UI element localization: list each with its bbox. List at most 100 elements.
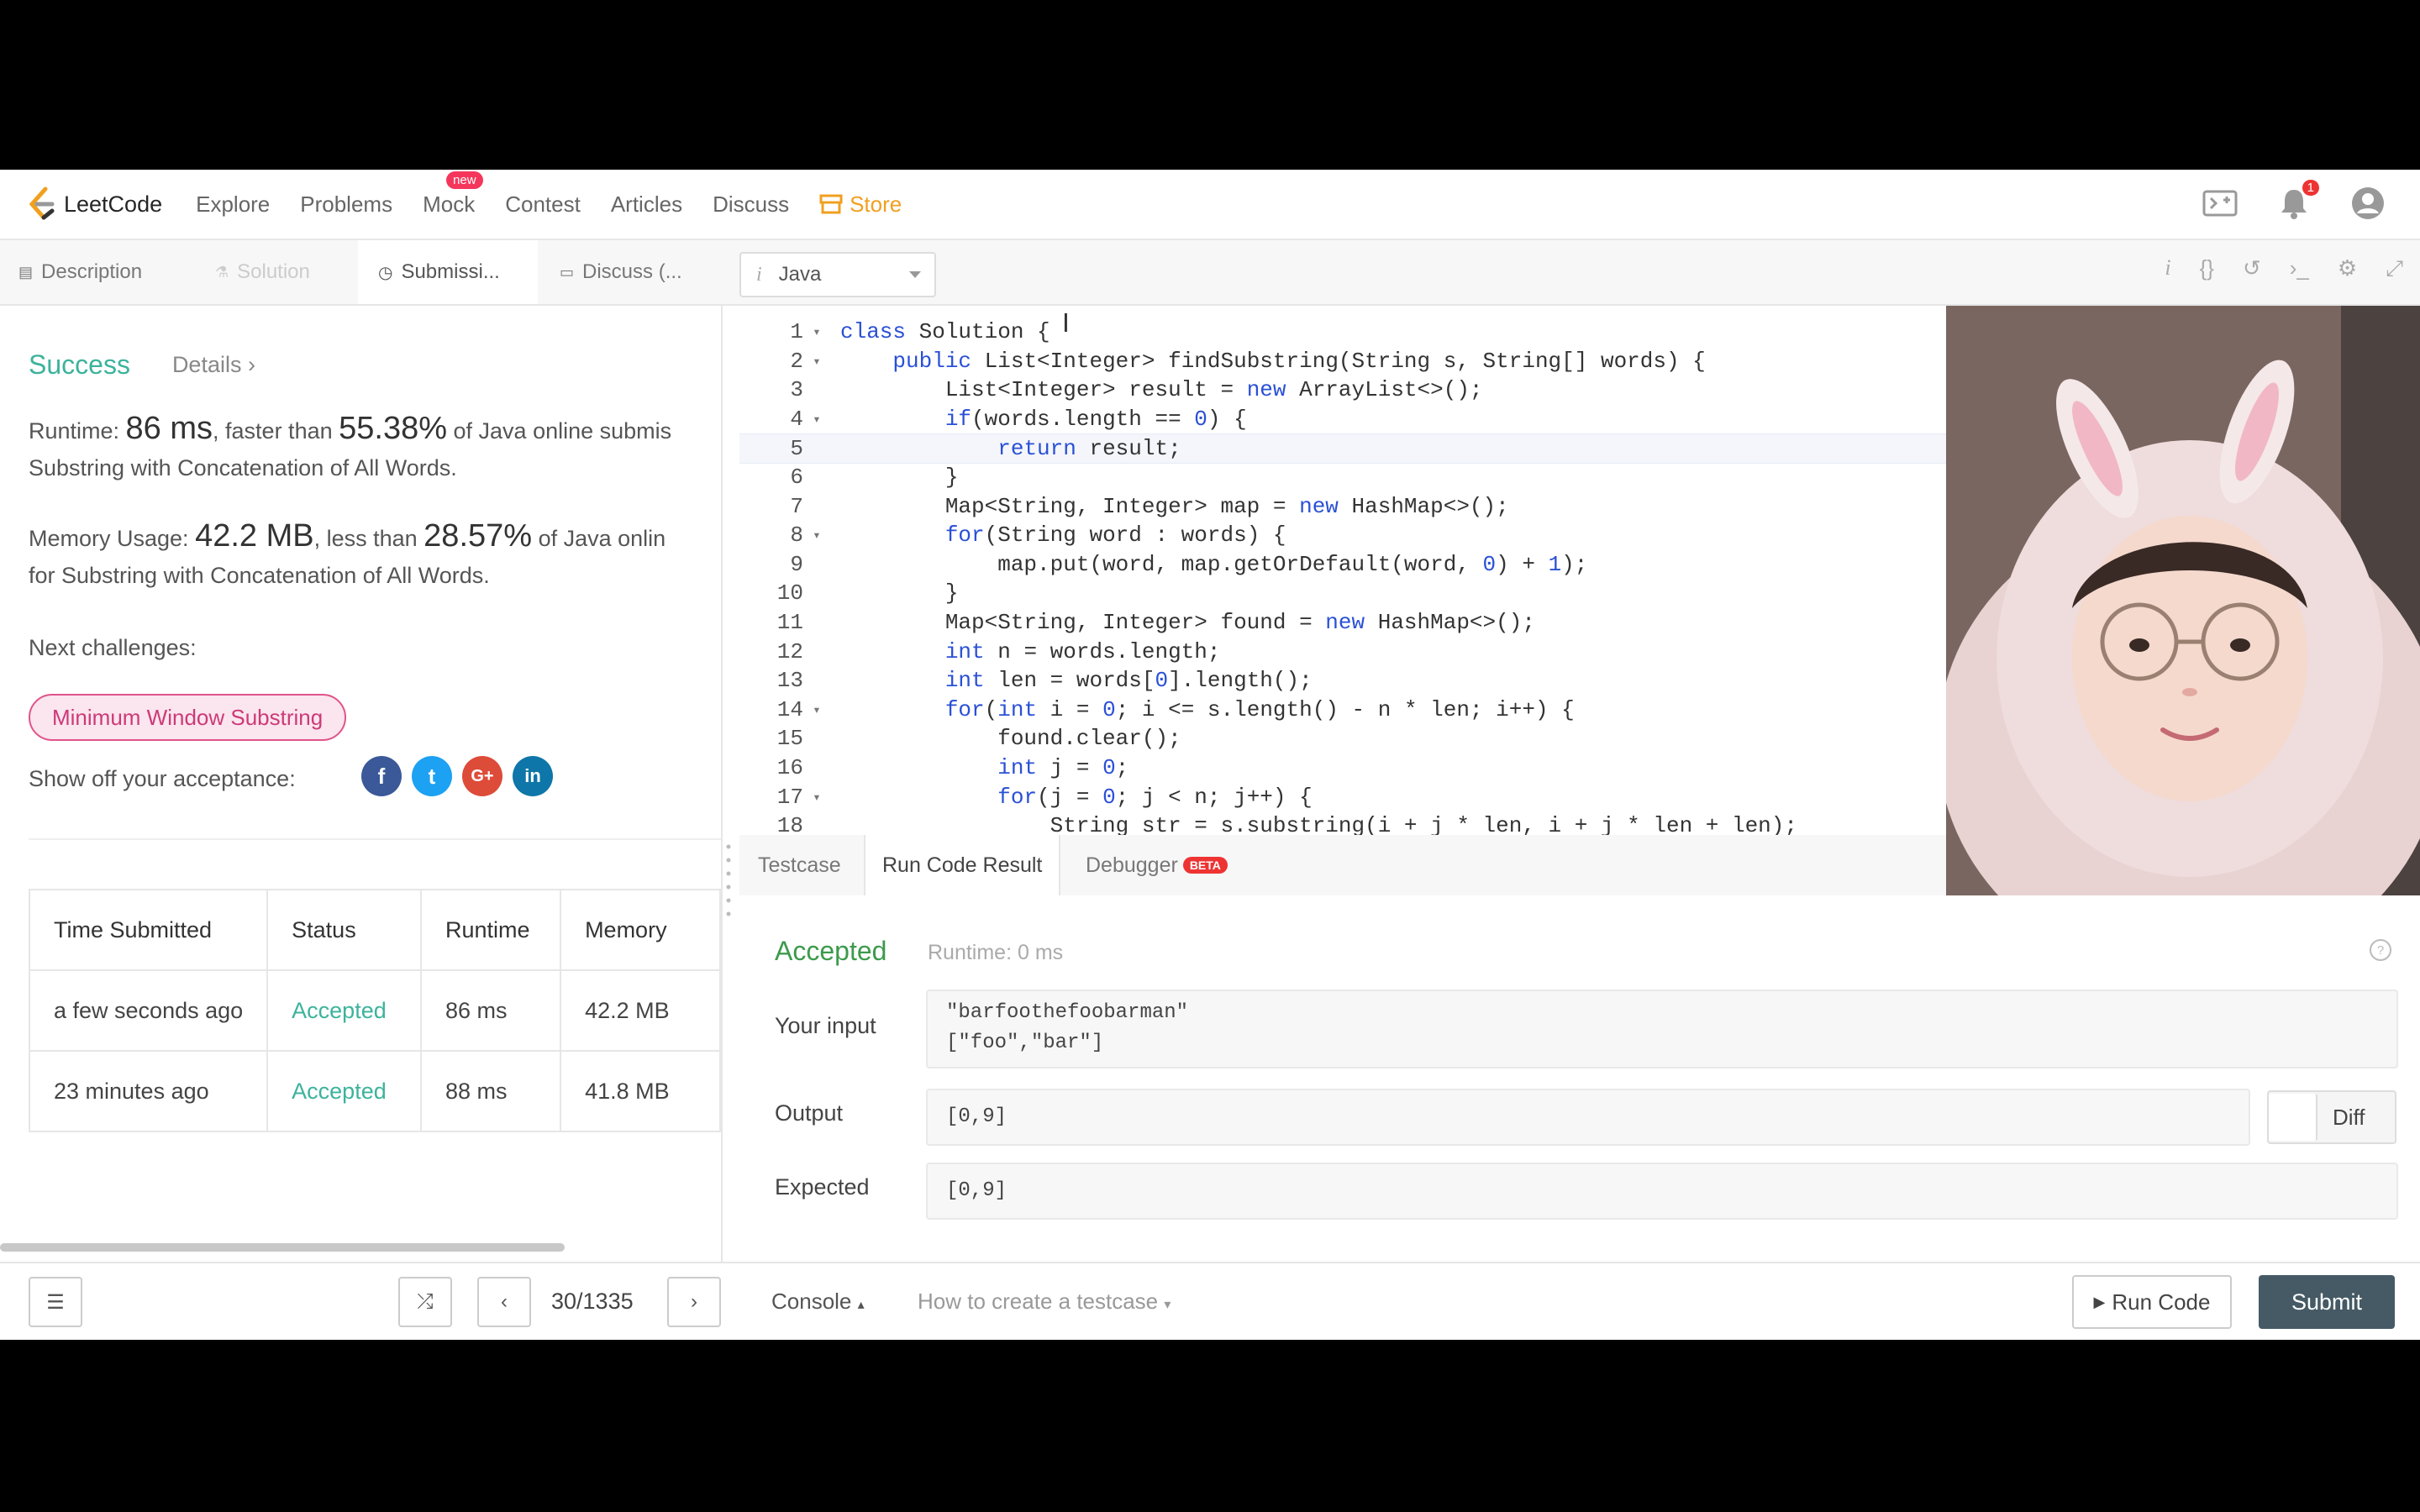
line-number: 6 xyxy=(790,465,803,490)
code-line[interactable]: 2 ▾ public List<Integer> findSubstring(St… xyxy=(739,347,1946,375)
submission-panel: Success Details › Runtime: 86 ms, faster… xyxy=(0,306,723,1266)
tab-solution[interactable]: ⚗ Solution xyxy=(178,240,356,304)
cell-status[interactable]: Accepted xyxy=(266,969,422,1052)
code-line[interactable]: 5 return result; xyxy=(739,433,1946,465)
fold-arrow-icon[interactable]: ▾ xyxy=(808,411,825,428)
reset-icon[interactable]: ↺ xyxy=(2243,255,2261,282)
next-problem-icon[interactable]: › xyxy=(667,1277,721,1327)
fold-arrow-icon[interactable]: ▾ xyxy=(808,701,825,718)
playground-icon[interactable] xyxy=(2202,185,2238,222)
code-line[interactable]: 4 ▾ if(words.length == 0) { xyxy=(739,405,1946,433)
shuffle-icon[interactable]: ⤮ xyxy=(398,1277,452,1327)
splitter-handle-icon[interactable] xyxy=(724,842,733,917)
code-line[interactable]: 12 int n = words.length; xyxy=(739,638,1946,666)
logo-text: LeetCode xyxy=(64,191,163,217)
tab-debugger[interactable]: Debugger BETA xyxy=(1069,835,1244,895)
code-line[interactable]: 13 int len = words[0].length(); xyxy=(739,666,1946,695)
braces-icon[interactable]: {} xyxy=(2200,255,2214,282)
info-tool-icon[interactable]: i xyxy=(2165,255,2170,282)
success-status: Success xyxy=(29,349,130,380)
tab-discuss-label: Discuss (... xyxy=(582,260,682,283)
notifications[interactable]: 1 xyxy=(2275,180,2319,222)
submit-button[interactable]: Submit xyxy=(2259,1275,2395,1329)
nav-problems[interactable]: Problems xyxy=(300,192,392,218)
cell-status[interactable]: Accepted xyxy=(266,1050,422,1132)
nav-articles[interactable]: Articles xyxy=(611,192,682,218)
run-code-button[interactable]: ▶ Run Code xyxy=(2072,1275,2232,1329)
twitter-icon[interactable]: t xyxy=(412,756,452,796)
tab-submissions[interactable]: ◷ Submissi... xyxy=(358,240,538,304)
console-toggle[interactable]: Console ▴ xyxy=(771,1289,865,1315)
tab-description[interactable]: ▤ Description xyxy=(0,240,176,304)
code-text: } xyxy=(840,580,959,606)
line-number: 7 xyxy=(790,493,803,519)
runtime-value: 86 ms xyxy=(125,411,213,446)
code-editor[interactable]: 1 ▾ class Solution {2 ▾ public List<Integer… xyxy=(739,306,1946,837)
beta-badge: BETA xyxy=(1182,857,1228,874)
fullscreen-icon[interactable]: ⤢ xyxy=(2386,255,2403,282)
code-text: for(String word : words) { xyxy=(944,522,1286,549)
fold-arrow-icon[interactable]: ▾ xyxy=(808,323,825,340)
code-line[interactable]: 1 ▾ class Solution { xyxy=(739,318,1946,346)
line-number: 3 xyxy=(790,377,803,403)
details-link[interactable]: Details › xyxy=(172,352,255,378)
line-number: 5 xyxy=(790,436,803,462)
code-line[interactable]: 8 ▾ for(String word : words) { xyxy=(739,521,1946,549)
fold-arrow-icon[interactable]: ▾ xyxy=(808,527,825,543)
fold-arrow-icon[interactable]: ▾ xyxy=(808,789,825,806)
leetcode-logo-icon xyxy=(29,186,55,220)
runtime-line1: Runtime: 86 ms, faster than 55.38% of Ja… xyxy=(29,410,671,449)
cell-memory: 42.2 MB xyxy=(560,969,721,1052)
info-icon: i xyxy=(756,263,762,286)
nav-contest[interactable]: Contest xyxy=(505,192,581,218)
code-line[interactable]: 6 } xyxy=(739,463,1946,491)
language-select[interactable]: i Java xyxy=(739,252,936,297)
cell-memory: 41.8 MB xyxy=(560,1050,721,1132)
leetcode-window: LeetCode Explore Problems Mock new Conte… xyxy=(0,170,2420,1340)
diff-toggle[interactable]: Diff xyxy=(2267,1090,2396,1144)
settings-icon[interactable]: ⚙ xyxy=(2338,255,2357,282)
linkedin-icon[interactable]: in xyxy=(513,756,553,796)
nav-explore[interactable]: Explore xyxy=(196,192,270,218)
howto-link[interactable]: How to create a testcase ▾ xyxy=(918,1289,1171,1315)
tab-testcase[interactable]: Testcase xyxy=(739,835,860,895)
code-text: public List<Integer> findSubstring(Strin… xyxy=(892,348,1706,374)
play-icon: ▶ xyxy=(2093,1293,2106,1310)
input-value: "barfoothefoobarman" ["foo","bar"] xyxy=(926,990,2398,1068)
terminal-icon[interactable]: ›_ xyxy=(2290,255,2309,282)
avatar-icon[interactable] xyxy=(2349,185,2386,222)
facebook-icon[interactable]: f xyxy=(361,756,402,796)
code-line[interactable]: 14 ▾ for(int i = 0; i <= s.length() - n *… xyxy=(739,696,1946,724)
diff-switch xyxy=(2269,1094,2317,1141)
prev-problem-icon[interactable]: ‹ xyxy=(477,1277,531,1327)
store-icon xyxy=(819,194,843,214)
code-line[interactable]: 9 map.put(word, map.getOrDefault(word, 0… xyxy=(739,550,1946,579)
header-runtime: Runtime xyxy=(419,889,562,971)
tab-discuss[interactable]: ▭ Discuss (... xyxy=(539,240,721,304)
code-line[interactable]: 10 } xyxy=(739,579,1946,607)
top-nav: LeetCode Explore Problems Mock new Conte… xyxy=(0,170,2420,240)
google-plus-icon[interactable]: G+ xyxy=(462,756,502,796)
code-line[interactable]: 15 found.clear(); xyxy=(739,724,1946,753)
problem-list-icon[interactable]: ☰ xyxy=(29,1277,82,1327)
code-line[interactable]: 16 int j = 0; xyxy=(739,753,1946,782)
horizontal-scrollbar[interactable] xyxy=(0,1243,565,1252)
details-label: Details xyxy=(171,352,242,377)
description-icon: ▤ xyxy=(18,263,34,281)
logo[interactable]: LeetCode xyxy=(25,186,162,223)
cell-runtime: 86 ms xyxy=(419,969,562,1052)
help-icon[interactable]: ? xyxy=(2370,939,2391,961)
code-line[interactable]: 17 ▾ for(j = 0; j < n; j++) { xyxy=(739,783,1946,811)
nav-store[interactable]: Store xyxy=(819,192,902,218)
code-line[interactable]: 3 List<Integer> result = new ArrayList<>… xyxy=(739,375,1946,404)
code-line[interactable]: 18 String str = s.substring(i + j * len,… xyxy=(739,811,1946,837)
nav-mock[interactable]: Mock new xyxy=(423,171,483,218)
flask-icon: ⚗ xyxy=(215,263,229,281)
code-line[interactable]: 11 Map<String, Integer> found = new Hash… xyxy=(739,608,1946,637)
code-text: if(words.length == 0) { xyxy=(944,406,1247,432)
code-line[interactable]: 7 Map<String, Integer> map = new HashMap… xyxy=(739,492,1946,521)
fold-arrow-icon[interactable]: ▾ xyxy=(808,353,825,370)
nav-discuss[interactable]: Discuss xyxy=(713,192,789,218)
next-challenge-link[interactable]: Minimum Window Substring xyxy=(29,694,347,741)
tab-run-code-result[interactable]: Run Code Result xyxy=(864,835,1061,895)
